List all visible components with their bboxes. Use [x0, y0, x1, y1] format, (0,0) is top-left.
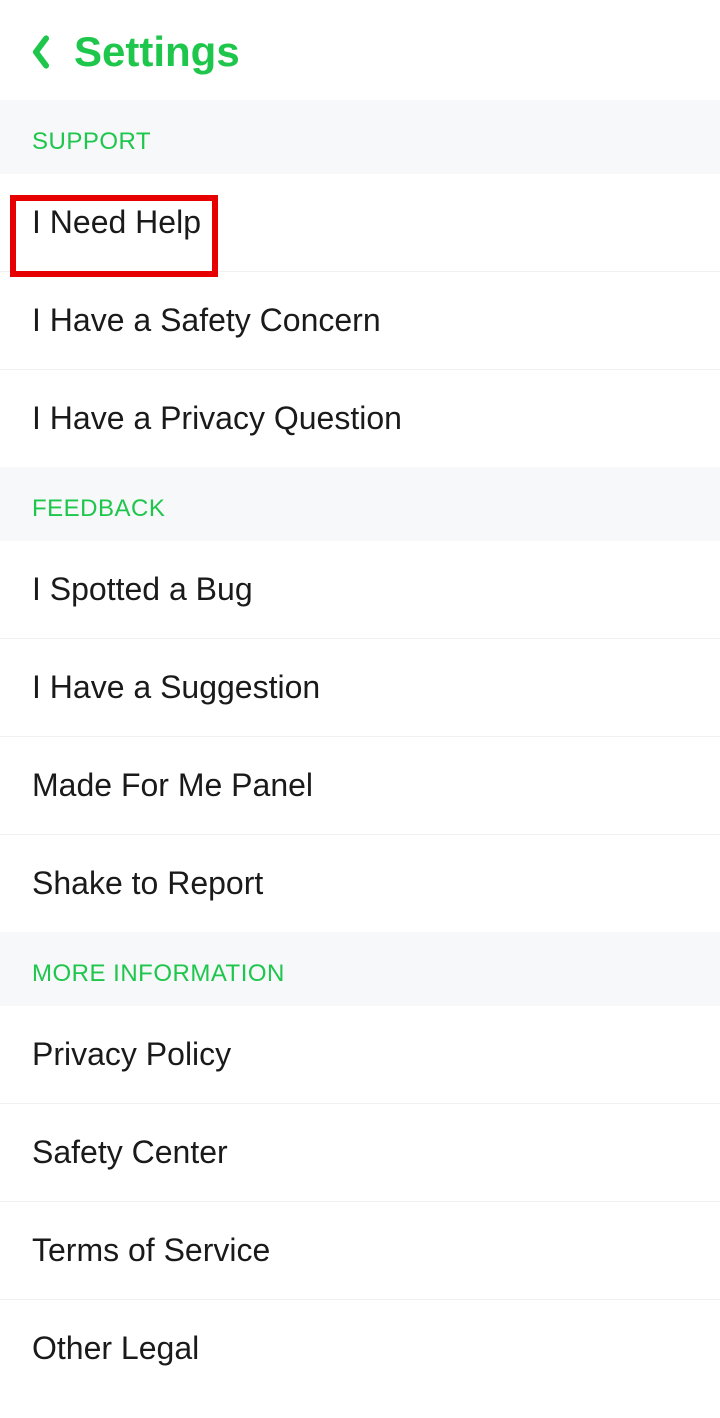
row-label: Shake to Report: [32, 865, 263, 901]
back-chevron-icon[interactable]: [30, 35, 52, 69]
row-terms-of-service[interactable]: Terms of Service: [0, 1202, 720, 1300]
row-privacy-question[interactable]: I Have a Privacy Question: [0, 370, 720, 467]
row-shake-to-report[interactable]: Shake to Report: [0, 835, 720, 932]
row-label: Privacy Policy: [32, 1036, 231, 1072]
page-title: Settings: [74, 28, 240, 76]
row-label: I Have a Suggestion: [32, 669, 320, 705]
row-label: I Have a Privacy Question: [32, 400, 402, 436]
row-label: I Have a Safety Concern: [32, 302, 381, 338]
row-label: Terms of Service: [32, 1232, 270, 1268]
section-header-feedback: FEEDBACK: [0, 467, 720, 541]
page-header: Settings: [0, 0, 720, 100]
row-label: I Need Help: [32, 204, 201, 240]
section-header-more-information: MORE INFORMATION: [0, 932, 720, 1006]
row-spotted-bug[interactable]: I Spotted a Bug: [0, 541, 720, 639]
row-privacy-policy[interactable]: Privacy Policy: [0, 1006, 720, 1104]
row-label: Made For Me Panel: [32, 767, 313, 803]
row-safety-center[interactable]: Safety Center: [0, 1104, 720, 1202]
row-i-need-help[interactable]: I Need Help: [0, 174, 720, 272]
row-label: I Spotted a Bug: [32, 571, 253, 607]
row-made-for-me-panel[interactable]: Made For Me Panel: [0, 737, 720, 835]
row-label: Other Legal: [32, 1330, 199, 1366]
row-suggestion[interactable]: I Have a Suggestion: [0, 639, 720, 737]
row-label: Safety Center: [32, 1134, 228, 1170]
row-safety-concern[interactable]: I Have a Safety Concern: [0, 272, 720, 370]
section-header-support: SUPPORT: [0, 100, 720, 174]
row-other-legal[interactable]: Other Legal: [0, 1300, 720, 1397]
